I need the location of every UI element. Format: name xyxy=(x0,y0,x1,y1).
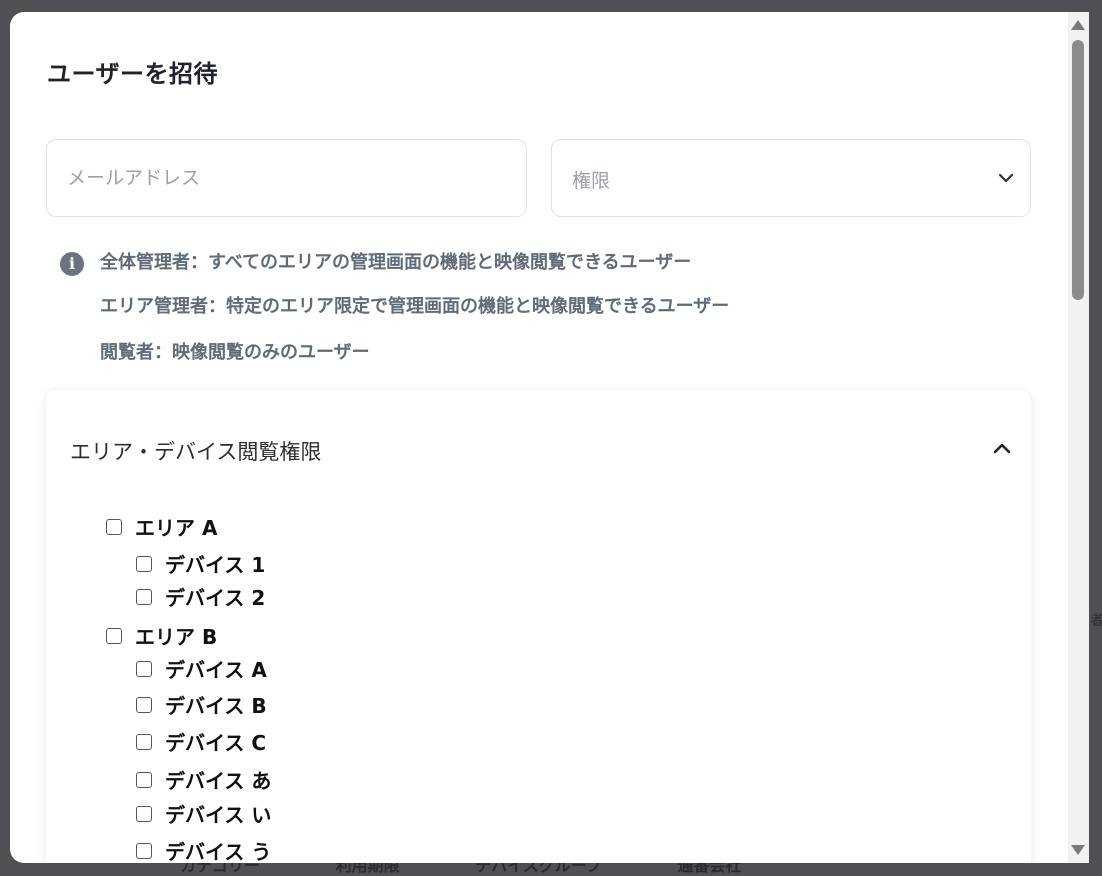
device-row[interactable]: デバイス う xyxy=(136,836,271,863)
device-label: デバイス C xyxy=(165,731,267,755)
device-label: デバイス 2 xyxy=(165,586,266,610)
device-label: デバイス A xyxy=(165,658,267,682)
chevron-down-icon xyxy=(998,173,1014,183)
email-input[interactable] xyxy=(47,140,526,216)
device-row[interactable]: デバイス あ xyxy=(136,765,271,794)
device-label: デバイス い xyxy=(165,803,272,827)
info-line-area-admin: エリア管理者：特定のエリア限定で管理画面の機能と映像閲覧できるユーザー xyxy=(100,296,730,317)
device-checkbox[interactable] xyxy=(136,555,152,572)
background-text: 者 xyxy=(1090,613,1102,629)
device-label: デバイス う xyxy=(165,840,272,863)
chevron-up-icon[interactable] xyxy=(991,440,1013,456)
info-line-viewer: 閲覧者：映像閲覧のみのユーザー xyxy=(100,342,370,363)
area-row[interactable]: エリア A xyxy=(106,512,217,541)
info-line-admin: 全体管理者：すべてのエリアの管理画面の機能と映像閲覧できるユーザー xyxy=(100,252,692,273)
scroll-up-arrow-icon[interactable] xyxy=(1071,20,1085,30)
area-label: エリア A xyxy=(135,516,218,540)
device-row[interactable]: デバイス 2 xyxy=(136,582,265,611)
invite-user-modal: ユーザーを招待 権限 i 全体管理者：すべてのエリアの管理画面の機能と映像閲覧で… xyxy=(10,12,1068,863)
area-checkbox[interactable] xyxy=(106,627,122,644)
area-label: エリア B xyxy=(135,625,218,649)
device-row[interactable]: デバイス B xyxy=(136,690,267,719)
device-checkbox[interactable] xyxy=(136,805,152,822)
scroll-down-arrow-icon[interactable] xyxy=(1071,845,1085,855)
device-checkbox[interactable] xyxy=(136,696,152,713)
role-select-placeholder: 権限 xyxy=(572,170,611,192)
permissions-panel-title: エリア・デバイス閲覧権限 xyxy=(70,440,322,464)
device-row[interactable]: デバイス C xyxy=(136,727,266,756)
device-checkbox[interactable] xyxy=(136,660,152,677)
modal-scrollbar[interactable] xyxy=(1068,12,1089,863)
area-row[interactable]: エリア B xyxy=(106,621,217,650)
scrollbar-thumb[interactable] xyxy=(1072,40,1084,300)
email-field-wrapper xyxy=(46,139,527,217)
device-label: デバイス B xyxy=(165,694,267,718)
device-checkbox[interactable] xyxy=(136,842,152,859)
device-label: デバイス あ xyxy=(165,769,272,793)
device-checkbox[interactable] xyxy=(136,588,152,605)
info-icon: i xyxy=(60,252,84,276)
device-row[interactable]: デバイス い xyxy=(136,799,271,828)
area-checkbox[interactable] xyxy=(106,518,122,535)
modal-title: ユーザーを招待 xyxy=(47,60,219,88)
device-checkbox[interactable] xyxy=(136,771,152,788)
role-select[interactable]: 権限 xyxy=(551,139,1031,217)
permissions-panel: エリア・デバイス閲覧権限 エリア A デバイス 1 デバイス 2 エリア B デ… xyxy=(46,390,1031,863)
device-checkbox[interactable] xyxy=(136,733,152,750)
device-row[interactable]: デバイス A xyxy=(136,654,267,683)
device-row[interactable]: デバイス 1 xyxy=(136,549,265,578)
device-label: デバイス 1 xyxy=(165,553,266,577)
